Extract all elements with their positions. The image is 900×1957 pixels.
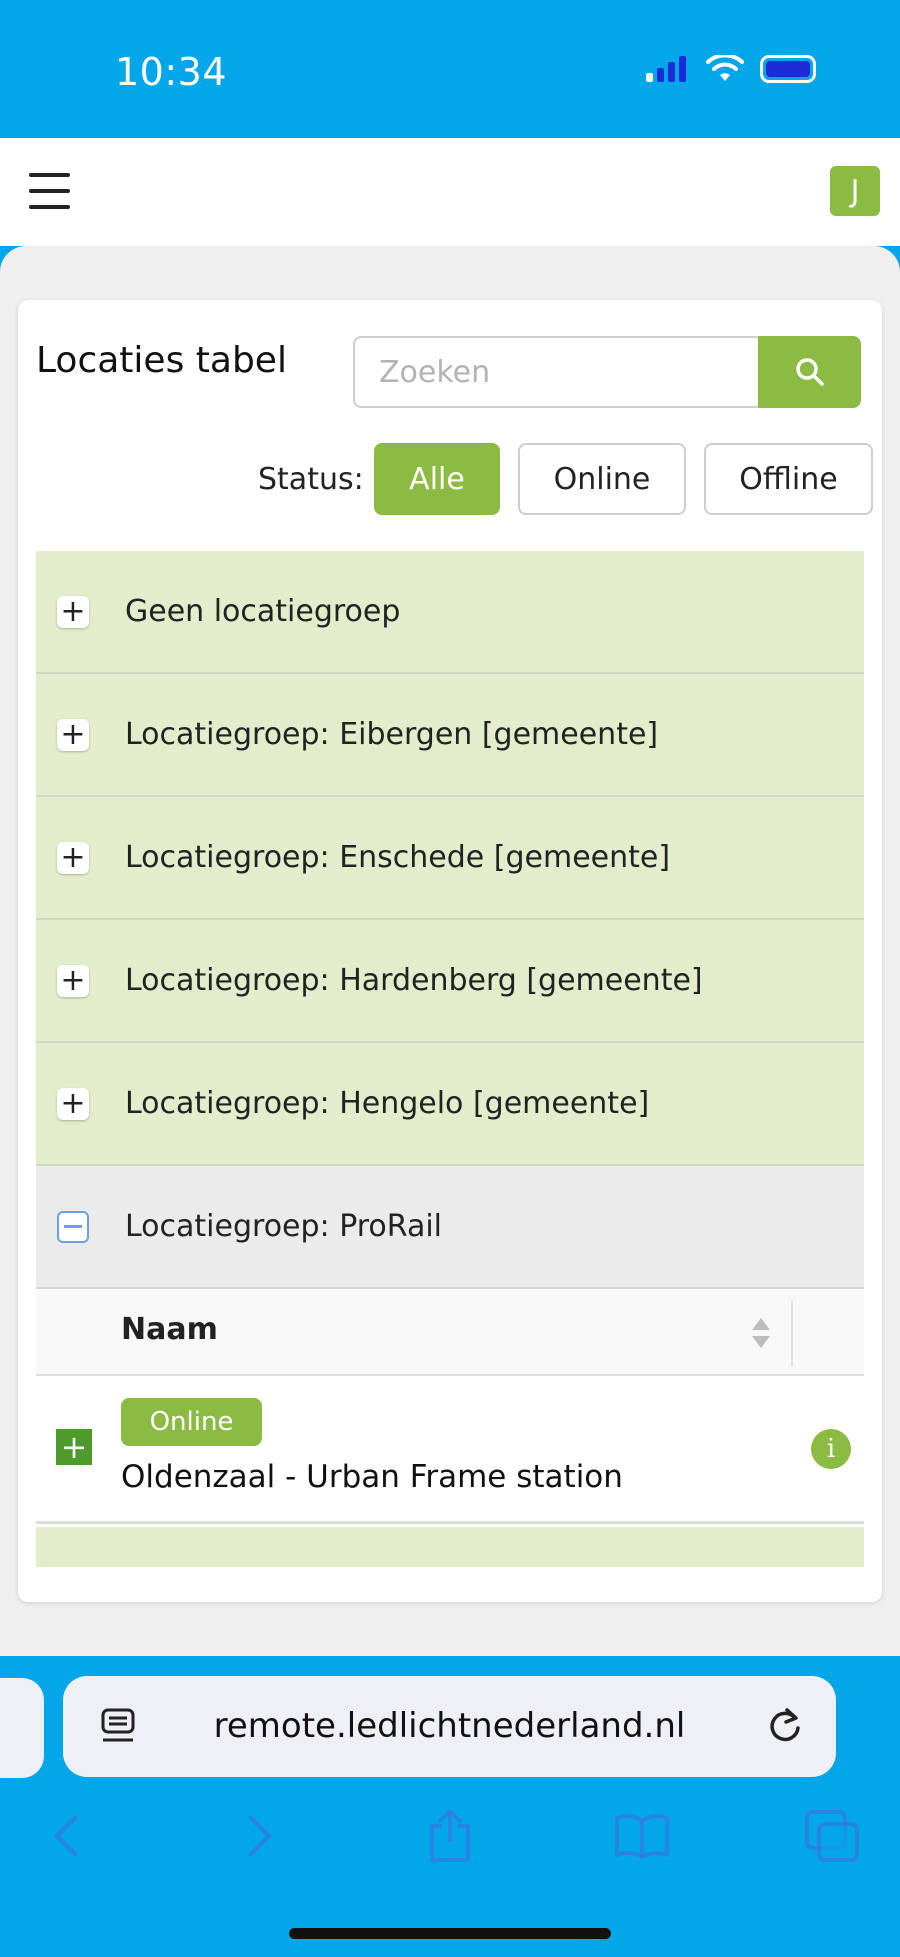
previous-tab-peek[interactable] [0, 1678, 44, 1778]
group-label: Locatiegroep: ProRail [125, 1209, 443, 1244]
column-divider [791, 1300, 793, 1366]
forward-icon[interactable] [230, 1806, 290, 1866]
group-row[interactable]: + Locatiegroep: Enschede [gemeente] [36, 797, 864, 920]
search-input[interactable] [353, 336, 758, 408]
filter-online-button[interactable]: Online [518, 443, 686, 515]
top-navigation: J [0, 138, 900, 246]
table-row[interactable]: + Online Oldenzaal - Urban Frame station… [36, 1376, 864, 1524]
bookmarks-icon[interactable] [612, 1806, 672, 1866]
status-badge: Online [121, 1398, 262, 1446]
menu-icon[interactable] [29, 173, 70, 209]
reload-icon[interactable] [765, 1706, 805, 1746]
group-label: Locatiegroep: Hengelo [gemeente] [125, 1086, 650, 1121]
row-expand-plus-icon[interactable]: + [56, 1429, 92, 1465]
group-row[interactable]: + Geen locatiegroep [36, 551, 864, 674]
status-filter-label: Status: [258, 462, 364, 497]
browser-toolbar: remote.ledlichtnederland.nl [0, 1656, 900, 1957]
group-row[interactable]: + Locatiegroep: Hengelo [gemeente] [36, 1043, 864, 1166]
wifi-icon [706, 55, 744, 81]
group-row-partial [36, 1527, 864, 1567]
tabs-icon[interactable] [802, 1806, 862, 1866]
filter-all-button[interactable]: Alle [374, 443, 500, 515]
group-row[interactable]: + Locatiegroep: Hardenberg [gemeente] [36, 920, 864, 1043]
status-icons [646, 55, 816, 83]
group-label: Locatiegroep: Hardenberg [gemeente] [125, 963, 703, 998]
group-row[interactable]: + Locatiegroep: Eibergen [gemeente] [36, 674, 864, 797]
expand-plus-icon[interactable]: + [57, 1087, 89, 1120]
expand-plus-icon[interactable]: + [57, 841, 89, 874]
search-icon [795, 358, 824, 386]
status-time: 10:34 [115, 50, 228, 94]
collapse-minus-icon[interactable] [57, 1210, 89, 1243]
group-label: Locatiegroep: Eibergen [gemeente] [125, 717, 659, 752]
search-button[interactable] [758, 336, 861, 408]
info-icon[interactable]: i [811, 1429, 851, 1469]
signal-icon [646, 56, 686, 82]
page-title: Locaties tabel [36, 340, 287, 381]
filter-offline-button[interactable]: Offline [704, 443, 873, 515]
back-icon[interactable] [36, 1806, 96, 1866]
table-header: Naam [36, 1290, 864, 1376]
home-indicator [289, 1928, 611, 1939]
expand-plus-icon[interactable]: + [57, 718, 89, 751]
group-label: Geen locatiegroep [125, 594, 401, 629]
battery-icon [760, 55, 816, 83]
sort-icon[interactable] [750, 1316, 772, 1350]
search-box [353, 336, 861, 408]
status-bar: 10:34 [0, 0, 900, 138]
user-avatar[interactable]: J [830, 166, 880, 216]
column-header-name[interactable]: Naam [121, 1312, 218, 1347]
location-name: Oldenzaal - Urban Frame station [121, 1459, 623, 1495]
group-label: Locatiegroep: Enschede [gemeente] [125, 840, 671, 875]
group-row-expanded[interactable]: Locatiegroep: ProRail [36, 1166, 864, 1289]
share-icon[interactable] [420, 1806, 480, 1866]
expand-plus-icon[interactable]: + [57, 964, 89, 997]
url-text: remote.ledlichtnederland.nl [213, 1706, 686, 1746]
expand-plus-icon[interactable]: + [57, 595, 89, 628]
address-bar[interactable]: remote.ledlichtnederland.nl [63, 1676, 836, 1777]
